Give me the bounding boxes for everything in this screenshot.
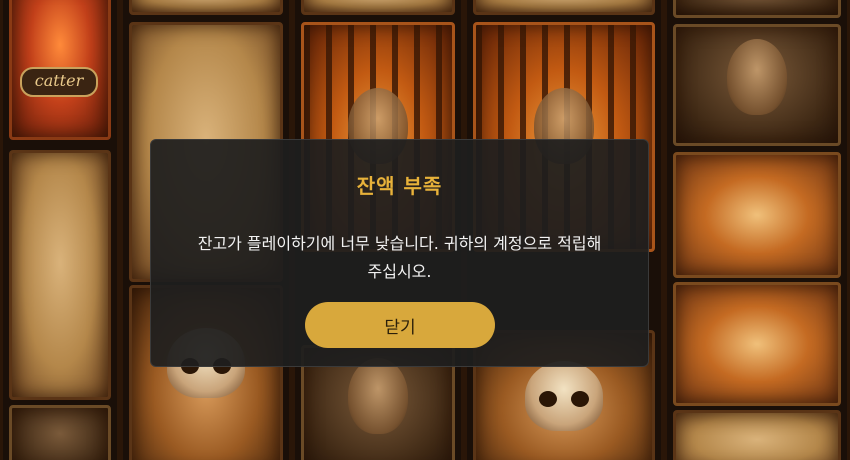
fetus-skeleton-icon xyxy=(673,152,841,278)
reel-1: catter xyxy=(0,0,120,460)
brain-jar-icon: catter xyxy=(9,0,111,140)
reel-tile xyxy=(301,0,455,15)
insufficient-balance-dialog: 잔액 부족 잔고가 플레이하기에 너무 낮습니다. 귀하의 계정으로 적립해 주… xyxy=(150,139,649,367)
reel-5 xyxy=(664,0,850,460)
reel-tile xyxy=(473,0,655,15)
reel-tile xyxy=(9,405,111,460)
close-button[interactable]: 닫기 xyxy=(305,302,495,348)
tortured-face-icon xyxy=(673,24,841,146)
dialog-title: 잔액 부족 xyxy=(356,174,443,198)
dialog-message: 잔고가 플레이하기에 너무 낮습니다. 귀하의 계정으로 적립해 주십시오. xyxy=(181,230,618,286)
face-shape xyxy=(348,357,408,434)
fetus-skeleton-icon xyxy=(673,282,841,406)
reel-tile xyxy=(129,0,283,15)
reel-tile xyxy=(673,0,841,18)
dialog-message-line-1: 잔고가 플레이하기에 너무 낮습니다. 귀하의 계정으로 적립해 xyxy=(197,234,602,253)
dialog-message-line-2: 주십시오. xyxy=(367,262,432,281)
face-shape xyxy=(727,38,787,115)
reel-tile xyxy=(673,410,841,460)
foot-bones-icon xyxy=(9,150,111,400)
scatter-label: catter xyxy=(20,67,98,97)
skull-shape xyxy=(525,360,603,431)
